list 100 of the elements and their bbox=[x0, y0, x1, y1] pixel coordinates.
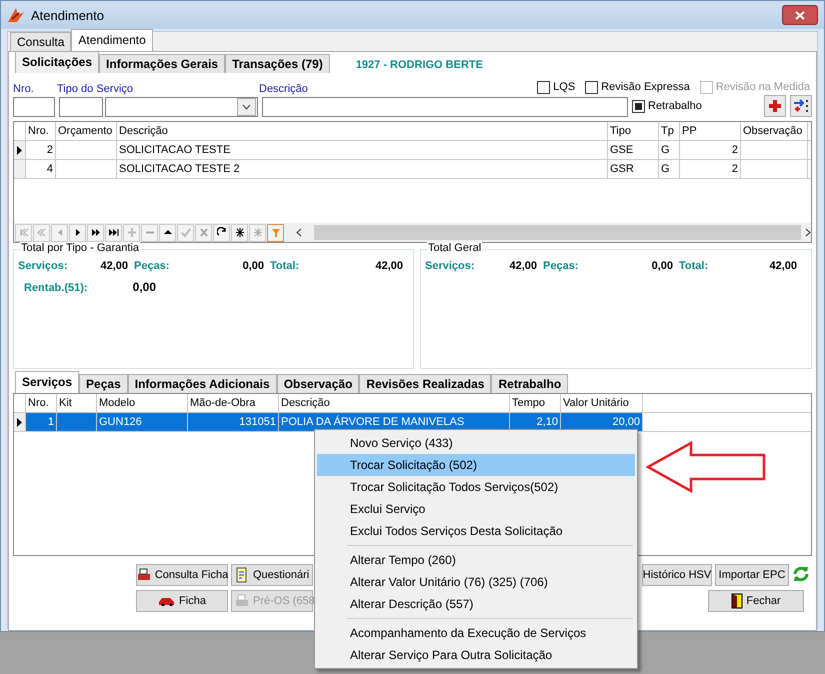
total-value: 0,00 bbox=[650, 260, 673, 272]
refresh-icon bbox=[216, 227, 226, 238]
service-type-field[interactable] bbox=[59, 96, 103, 116]
menu-item[interactable]: Novo Serviço (433) bbox=[317, 432, 635, 454]
next-button[interactable] bbox=[69, 224, 86, 242]
button[interactable]: Fechar bbox=[708, 590, 804, 612]
total-label: Rentab.(51): bbox=[23, 282, 89, 294]
tab[interactable]: Atendimento bbox=[71, 29, 153, 51]
button[interactable]: Questionári bbox=[231, 564, 313, 586]
close-button[interactable] bbox=[782, 5, 818, 25]
chevron-down-icon bbox=[242, 104, 251, 110]
total-value: 0,00 bbox=[132, 280, 156, 294]
table-cell: 4 bbox=[26, 160, 56, 178]
table-cell: POLIA DA ÁRVORE DE MANIVELAS bbox=[279, 413, 510, 431]
tab[interactable]: Consulta bbox=[10, 32, 72, 51]
table-cell: GSR bbox=[608, 160, 659, 178]
checkbox-label: Revisão Expressa bbox=[601, 81, 690, 93]
table-row[interactable]: 4 SOLICITACAO TESTE 2 GSR G 2 bbox=[14, 160, 811, 179]
column-header: Nro. bbox=[26, 122, 56, 140]
menu-item[interactable]: Alterar Serviço Para Outra Solicitação bbox=[317, 644, 635, 666]
total-value: 42,00 bbox=[374, 260, 403, 272]
column-header: PP bbox=[680, 122, 741, 140]
tab[interactable]: Retrabalho bbox=[491, 374, 568, 393]
table-cell: G bbox=[659, 141, 680, 159]
total-label: Peças: bbox=[543, 260, 580, 272]
menu-item[interactable]: Exclui Todos Serviços Desta Solicitação bbox=[317, 520, 635, 542]
checkbox[interactable] bbox=[537, 80, 550, 94]
column-header: Modelo bbox=[97, 394, 188, 412]
tab[interactable]: Peças bbox=[79, 374, 128, 393]
tab[interactable]: Informações Gerais bbox=[99, 54, 226, 73]
table-cell: SOLICITACAO TESTE 2 bbox=[117, 160, 608, 178]
tab[interactable]: Revisões Realizadas bbox=[359, 374, 492, 393]
button[interactable]: Importar EPC bbox=[715, 564, 789, 586]
checkbox-label: Revisão na Medida bbox=[716, 81, 810, 93]
checkbox[interactable] bbox=[632, 100, 645, 112]
table-cell: 131051 bbox=[188, 413, 279, 431]
scrollbar-thumb[interactable] bbox=[314, 225, 801, 240]
filter-button[interactable] bbox=[267, 224, 284, 242]
field-label: Tipo do Serviço bbox=[57, 83, 134, 95]
next-page-button[interactable] bbox=[87, 224, 104, 242]
triangle-up-button[interactable] bbox=[159, 224, 176, 242]
asterisk-button[interactable] bbox=[231, 224, 248, 242]
chevron-left-icon bbox=[296, 228, 302, 237]
total-value: 0,00 bbox=[242, 260, 264, 272]
tab[interactable]: Informações Adicionais bbox=[128, 374, 277, 393]
tab[interactable]: Serviços bbox=[15, 371, 80, 393]
menu-item[interactable]: Acompanhamento da Execução de Serviços bbox=[317, 622, 635, 644]
menu-item[interactable]: Alterar Tempo (260) bbox=[317, 549, 635, 571]
menu-item[interactable]: Trocar Solicitação (502) bbox=[317, 454, 635, 476]
column-header: Kit bbox=[57, 394, 97, 412]
column-header: Tp bbox=[659, 122, 680, 140]
menu-item[interactable]: Alterar Valor Unitário (76) (325) (706) bbox=[317, 571, 635, 593]
total-value: 42,00 bbox=[768, 260, 797, 272]
menu-item[interactable]: Alterar Descrição (557) bbox=[317, 593, 635, 615]
total-value: 42,00 bbox=[508, 260, 537, 272]
number-field[interactable] bbox=[13, 96, 55, 116]
menu-item[interactable]: Exclui Serviço bbox=[317, 498, 635, 520]
description-field[interactable] bbox=[262, 96, 628, 116]
total-label: Total: bbox=[270, 260, 300, 272]
menu-item[interactable]: Trocar Solicitação Todos Serviços(502) bbox=[317, 476, 635, 498]
next-page-icon bbox=[90, 227, 100, 238]
table-row[interactable]: 2 SOLICITACAO TESTE GSE G 2 bbox=[14, 141, 811, 160]
tab[interactable]: Transações (79) bbox=[225, 54, 330, 73]
filter-icon bbox=[270, 227, 280, 238]
column-header: Tipo bbox=[608, 122, 659, 140]
column-header: Mão-de-Obra bbox=[188, 394, 279, 412]
table-cell: GUN126 bbox=[97, 413, 188, 431]
asterisk-icon bbox=[252, 227, 262, 238]
total-label: Serviços: bbox=[425, 260, 476, 272]
button[interactable]: Histórico HSV bbox=[642, 564, 712, 586]
refresh-button[interactable] bbox=[213, 224, 230, 242]
plus-icon bbox=[126, 227, 136, 238]
column-header: Descrição bbox=[279, 394, 510, 412]
button[interactable]: Ficha bbox=[136, 590, 228, 612]
customer-name: 1927 - RODRIGO BERTE bbox=[356, 58, 483, 70]
transfer-button[interactable] bbox=[790, 95, 812, 117]
chevron-right-icon bbox=[805, 228, 811, 237]
add-button[interactable] bbox=[764, 95, 786, 117]
field-label: Nro. bbox=[13, 83, 34, 95]
checkbox-label: Retrabalho bbox=[648, 100, 702, 112]
last-button[interactable] bbox=[105, 224, 122, 242]
column-header: Orçamento bbox=[56, 122, 117, 140]
car-icon bbox=[158, 596, 176, 606]
table-cell: 20,00 bbox=[561, 413, 643, 431]
tab[interactable]: Solicitações bbox=[15, 51, 100, 73]
last-icon bbox=[108, 227, 118, 238]
checkmark-button[interactable] bbox=[177, 224, 194, 242]
column-header: Nro. bbox=[26, 394, 57, 412]
tab[interactable]: Observação bbox=[276, 374, 360, 393]
table-cell: SOLICITACAO TESTE bbox=[117, 141, 608, 159]
asterisk-icon bbox=[234, 227, 244, 238]
checkbox-label: LQS bbox=[553, 81, 576, 93]
table-cell: 2 bbox=[26, 141, 56, 159]
close-icon bbox=[795, 10, 805, 20]
button[interactable]: Consulta Ficha bbox=[136, 564, 228, 586]
checkbox[interactable] bbox=[585, 80, 598, 94]
service-type-dropdown[interactable] bbox=[105, 96, 258, 116]
printer-icon bbox=[136, 568, 152, 582]
column-header: Valor Unitário bbox=[561, 394, 643, 412]
total-value: 42,00 bbox=[99, 260, 128, 272]
